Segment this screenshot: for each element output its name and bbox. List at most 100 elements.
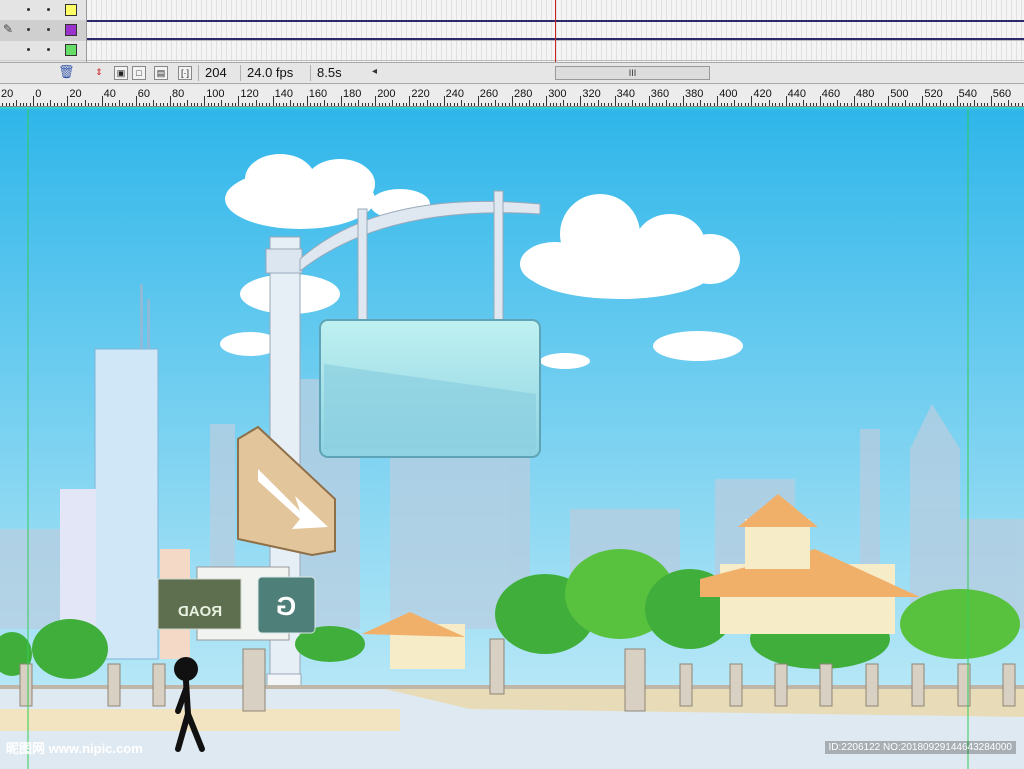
trash-icon[interactable]: 🗑 bbox=[58, 65, 75, 80]
ruler-tick bbox=[74, 103, 76, 106]
outline-color-swatch[interactable] bbox=[65, 44, 77, 56]
ruler-label: 100 bbox=[206, 88, 225, 100]
visibility-dot[interactable] bbox=[27, 48, 30, 51]
ruler-label: 280 bbox=[514, 88, 533, 100]
ruler-tick bbox=[932, 103, 934, 106]
ruler-tick bbox=[737, 103, 739, 106]
ruler-label: 480 bbox=[856, 88, 875, 100]
ruler-tick bbox=[922, 96, 924, 106]
ruler-tick bbox=[816, 103, 818, 106]
ruler-label: 500 bbox=[890, 88, 909, 100]
ruler-tick bbox=[724, 103, 726, 106]
ruler-tick bbox=[176, 103, 178, 106]
layer-row[interactable] bbox=[0, 0, 86, 21]
stage-canvas[interactable]: ROAD G bbox=[0, 109, 1024, 769]
ruler-tick bbox=[224, 103, 226, 106]
ruler-tick bbox=[546, 96, 548, 106]
ruler-tick bbox=[334, 103, 336, 106]
ruler-tick bbox=[5, 103, 7, 106]
ruler-tick bbox=[101, 96, 103, 106]
ruler-tick bbox=[871, 100, 873, 106]
ruler-tick bbox=[122, 103, 124, 106]
ruler-label: 300 bbox=[548, 88, 567, 100]
ruler-tick bbox=[118, 100, 120, 106]
ruler-tick bbox=[330, 103, 332, 106]
lock-dot[interactable] bbox=[47, 8, 50, 11]
lock-dot[interactable] bbox=[47, 28, 50, 31]
center-frame-icon[interactable]: ⇕ bbox=[92, 66, 106, 80]
playhead[interactable] bbox=[555, 0, 556, 62]
ruler-tick bbox=[77, 103, 79, 106]
scroll-left-icon[interactable]: ◂ bbox=[372, 66, 377, 77]
ruler-tick bbox=[33, 96, 35, 106]
ruler-tick bbox=[747, 103, 749, 106]
ruler-tick bbox=[795, 103, 797, 106]
ruler-label: 220 bbox=[411, 88, 430, 100]
ruler-tick bbox=[29, 103, 31, 106]
ruler-tick bbox=[128, 103, 130, 106]
edit-multiple-frames-icon[interactable]: ▤ bbox=[154, 66, 168, 80]
ruler-tick bbox=[778, 103, 780, 106]
horizontal-scrollbar[interactable]: III bbox=[555, 66, 710, 80]
ruler-tick bbox=[327, 103, 329, 106]
ruler-tick bbox=[689, 103, 691, 106]
ruler-tick bbox=[190, 103, 192, 106]
lock-dot[interactable] bbox=[47, 48, 50, 51]
ruler-tick bbox=[364, 103, 366, 106]
ruler-tick bbox=[662, 103, 664, 106]
ruler-tick bbox=[447, 103, 449, 106]
ruler-tick bbox=[125, 103, 127, 106]
modify-onion-markers-icon[interactable]: [·] bbox=[178, 66, 192, 80]
ruler-tick bbox=[563, 100, 565, 106]
frame-grid[interactable] bbox=[87, 0, 1024, 62]
ruler-tick bbox=[453, 103, 455, 106]
ruler-tick bbox=[734, 100, 736, 106]
ruler-tick bbox=[388, 103, 390, 106]
ruler-tick bbox=[583, 103, 585, 106]
ruler-tick bbox=[679, 103, 681, 106]
g-sign-text: G bbox=[276, 591, 296, 621]
ruler-tick bbox=[765, 103, 767, 106]
ruler-tick bbox=[655, 103, 657, 106]
ruler-tick bbox=[990, 96, 992, 106]
onion-skin-icon[interactable]: ▣ bbox=[114, 66, 128, 80]
ruler-tick bbox=[758, 103, 760, 106]
ruler-tick bbox=[402, 103, 404, 106]
ruler-tick bbox=[525, 103, 527, 106]
ruler-tick bbox=[542, 103, 544, 106]
layer-row[interactable] bbox=[0, 40, 86, 61]
onion-outline-icon[interactable]: □ bbox=[132, 66, 146, 80]
ruler-tick bbox=[494, 100, 496, 106]
ruler-tick bbox=[874, 103, 876, 106]
ruler-tick bbox=[440, 103, 442, 106]
ruler-tick bbox=[358, 100, 360, 106]
ruler-tick bbox=[313, 103, 315, 106]
ruler-tick bbox=[22, 103, 24, 106]
ruler-tick bbox=[12, 103, 14, 106]
ruler-tick bbox=[262, 103, 264, 106]
ruler-label: 340 bbox=[616, 88, 635, 100]
ruler-tick bbox=[36, 103, 38, 106]
ruler-tick bbox=[258, 103, 260, 106]
ruler-label: 20 bbox=[69, 88, 82, 100]
visibility-dot[interactable] bbox=[27, 28, 30, 31]
ruler-label: 320 bbox=[582, 88, 601, 100]
ruler-tick bbox=[850, 103, 852, 106]
ruler-label: 20 bbox=[1, 88, 14, 100]
ruler-tick bbox=[881, 103, 883, 106]
ruler-tick bbox=[641, 103, 643, 106]
ruler-tick bbox=[929, 103, 931, 106]
outline-color-swatch[interactable] bbox=[65, 4, 77, 16]
layer-row-selected[interactable]: ✎ bbox=[0, 20, 86, 41]
ruler-tick bbox=[310, 103, 312, 106]
ruler-tick bbox=[84, 100, 86, 106]
ruler-tick bbox=[720, 103, 722, 106]
outline-color-swatch[interactable] bbox=[65, 24, 77, 36]
ruler-tick bbox=[241, 103, 243, 106]
ruler-label: 0 bbox=[35, 88, 42, 100]
ruler-tick bbox=[809, 103, 811, 106]
ruler-tick bbox=[648, 96, 650, 106]
visibility-dot[interactable] bbox=[27, 8, 30, 11]
ruler-tick bbox=[573, 103, 575, 106]
ruler-tick bbox=[306, 96, 308, 106]
